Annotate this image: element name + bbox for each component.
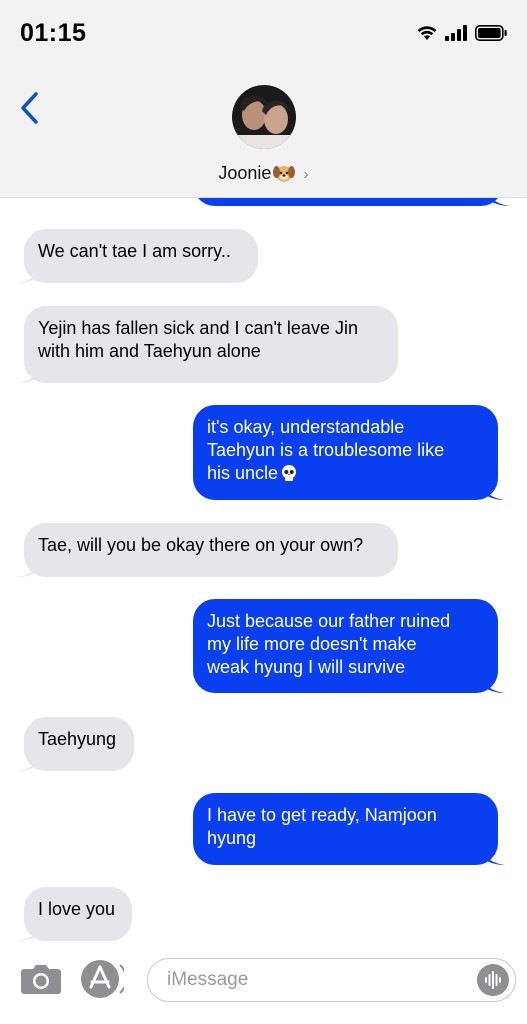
message-bubble-incoming[interactable]: Tae, will you be okay there on your own?	[17, 523, 398, 577]
bubble-tail	[17, 363, 41, 383]
battery-icon	[475, 25, 507, 41]
chevron-right-icon: ›	[303, 166, 309, 183]
message-bubble-incoming[interactable]: We can't tae I am sorry..	[17, 229, 258, 283]
skull-icon	[282, 465, 297, 481]
bubble-tail	[17, 557, 41, 577]
message-bubble-incoming[interactable]: Taehyung	[17, 717, 134, 771]
signal-icon	[445, 25, 467, 41]
message-text-line: Taehyun is a troublesome like	[207, 440, 445, 460]
contact-name: Joonie	[218, 163, 272, 183]
contact-avatar[interactable]	[232, 85, 296, 149]
message-bubble-outgoing[interactable]: I have to get ready, Namjoon hyung	[193, 793, 505, 865]
waveform-icon	[485, 971, 501, 989]
message-text-line: with him and Taehyun alone	[38, 341, 261, 361]
message-text-line: weak hyung I will survive	[207, 657, 406, 677]
wifi-icon	[417, 26, 437, 40]
bubble-tail	[481, 845, 505, 865]
message-text-line: it's okay, understandable	[207, 417, 405, 437]
message-input[interactable]: iMessage	[147, 958, 516, 1002]
message-bubble-outgoing[interactable]: it's okay, understandable Taehyun is a t…	[193, 405, 505, 500]
dog-face-icon	[273, 166, 296, 182]
message-input-placeholder: iMessage	[167, 969, 249, 990]
message-text-line: Yejin has fallen sick and I can't leave …	[38, 318, 358, 338]
bubble-tail	[17, 921, 41, 941]
message-bubble-outgoing[interactable]: Just because our father ruined my life m…	[193, 599, 505, 693]
message-text-line: Just because our father ruined	[207, 611, 451, 631]
message-text: Taehyung	[38, 729, 117, 749]
camera-icon[interactable]	[20, 963, 62, 995]
message-text-line: my life more doesn't make	[207, 634, 417, 654]
status-icons	[417, 22, 507, 44]
back-chevron-icon[interactable]	[16, 90, 46, 126]
bubble-tail	[17, 263, 41, 283]
message-text: We can't tae I am sorry..	[38, 241, 231, 261]
bubble-tail	[17, 751, 41, 771]
message-text-line: his uncle	[207, 463, 279, 483]
message-text: Tae, will you be okay there on your own?	[38, 535, 364, 555]
audio-message-button[interactable]	[477, 964, 509, 996]
message-text-line: I have to get ready, Namjoon	[207, 805, 437, 825]
message-bubble-incoming[interactable]: Yejin has fallen sick and I can't leave …	[17, 306, 398, 383]
bubble-tail	[481, 673, 505, 693]
message-text-line: hyung	[207, 828, 257, 848]
message-text: I love you	[38, 899, 116, 919]
contact-name-button[interactable]: Joonie ›	[0, 163, 527, 184]
bubble-tail	[481, 480, 505, 500]
conversation-header: 01:15 Joonie ›	[0, 0, 527, 198]
status-time: 01:15	[20, 19, 87, 47]
message-bubble-incoming[interactable]: I love you	[17, 887, 132, 941]
app-store-icon[interactable]	[80, 959, 124, 999]
